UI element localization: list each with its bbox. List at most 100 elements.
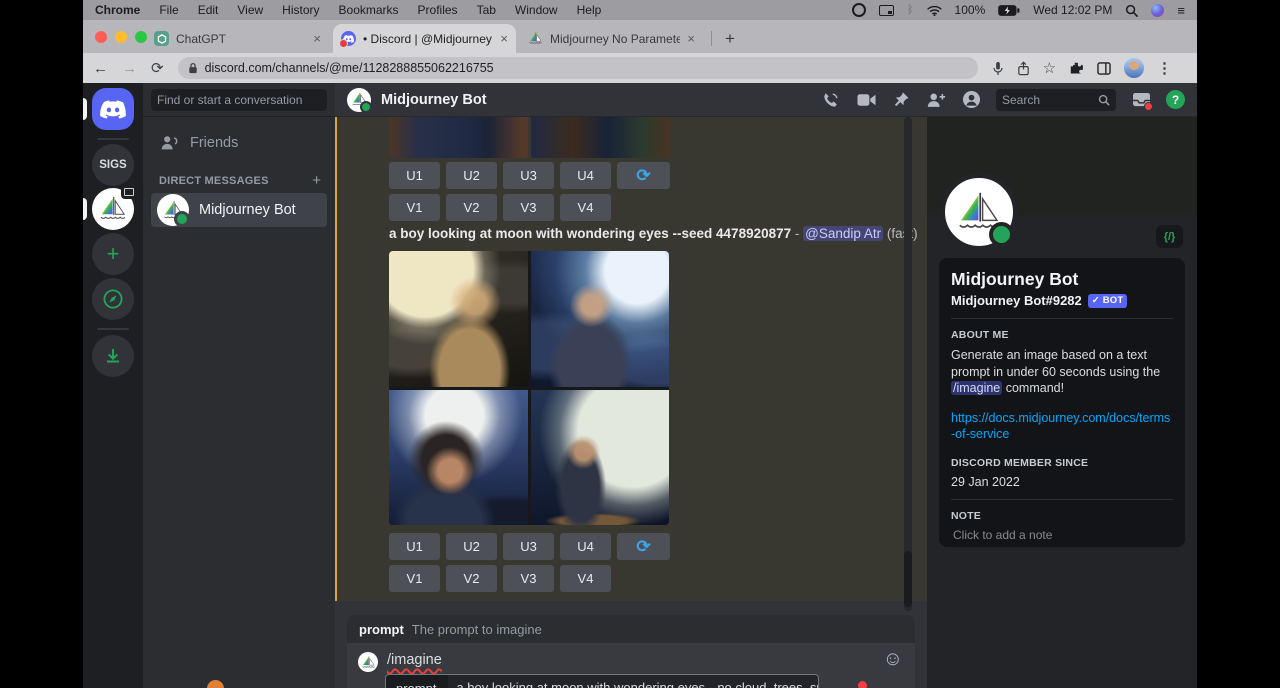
discord-home-button[interactable] <box>92 88 134 130</box>
help-icon[interactable]: ? <box>1166 90 1185 109</box>
generated-image-3[interactable] <box>389 390 528 526</box>
menu-edit[interactable]: Edit <box>198 3 219 17</box>
chat-header-avatar[interactable] <box>347 88 371 112</box>
note-placeholder[interactable]: Click to add a note <box>951 528 1173 542</box>
server-sigs[interactable]: SIGS <box>92 144 134 186</box>
upscale-button-u3[interactable]: U3 <box>503 162 554 189</box>
window-manager-icon[interactable] <box>879 5 894 16</box>
add-friend-icon[interactable] <box>926 90 946 110</box>
spotlight-icon[interactable] <box>1125 4 1138 17</box>
previous-grid-image-left[interactable] <box>389 117 528 158</box>
new-tab-button[interactable]: + <box>725 29 735 49</box>
variation-button-v3[interactable]: V3 <box>503 565 554 592</box>
menu-view[interactable]: View <box>237 3 263 17</box>
user-profile-icon[interactable] <box>961 90 981 110</box>
menubar-clock[interactable]: Wed 12:02 PM <box>1033 3 1112 17</box>
tab-close-icon[interactable]: × <box>313 31 321 46</box>
midjourney-image-grid[interactable] <box>389 251 669 525</box>
add-server-button[interactable]: + <box>92 233 134 275</box>
screen-record-icon[interactable] <box>852 3 866 17</box>
user-avatar-peek[interactable] <box>207 680 224 688</box>
generated-image-4[interactable] <box>531 390 670 526</box>
generated-image-1[interactable] <box>389 251 528 387</box>
menu-file[interactable]: File <box>159 3 178 17</box>
emoji-picker-icon[interactable]: ☺ <box>883 649 903 669</box>
bluetooth-icon[interactable]: ᛒ <box>907 4 914 16</box>
bookmark-star-icon[interactable]: ☆ <box>1043 59 1056 77</box>
voice-call-icon[interactable] <box>821 90 841 110</box>
tab-close-icon[interactable]: × <box>687 31 695 46</box>
dm-midjourney-avatar[interactable] <box>92 188 134 230</box>
tab-close-icon[interactable]: × <box>500 31 508 46</box>
user-mention[interactable]: @Sandip Atr <box>803 226 883 241</box>
menu-history[interactable]: History <box>282 3 319 17</box>
address-bar[interactable]: discord.com/channels/@me/112828885506221… <box>178 57 978 79</box>
minimize-window-button[interactable] <box>115 31 127 43</box>
slash-command-text[interactable]: /imagine <box>387 652 442 668</box>
variation-button-v4[interactable]: V4 <box>560 194 611 221</box>
chat-search-input[interactable]: Search <box>996 89 1116 111</box>
variation-button-v4[interactable]: V4 <box>560 565 611 592</box>
close-window-button[interactable] <box>95 31 107 43</box>
command-option-box[interactable]: prompt a boy looking at moon with wonder… <box>385 674 819 688</box>
tab-discord-active[interactable]: • Discord | @Midjourney Bot × <box>333 24 516 53</box>
video-call-icon[interactable] <box>856 90 876 110</box>
menubar-app-name[interactable]: Chrome <box>95 3 140 17</box>
tab-midjourney[interactable]: Midjourney No Parameter × <box>520 24 703 53</box>
pin-icon[interactable] <box>891 90 911 110</box>
explore-servers-button[interactable] <box>92 278 134 320</box>
reroll-button[interactable]: ⟳ <box>617 533 670 560</box>
tab-chatgpt[interactable]: ChatGPT × <box>146 24 329 53</box>
chrome-profile-avatar[interactable] <box>1124 58 1144 78</box>
upscale-button-u1[interactable]: U1 <box>389 162 440 189</box>
siri-icon[interactable] <box>1151 4 1164 17</box>
generated-image-2[interactable] <box>531 251 670 387</box>
upscale-button-u4[interactable]: U4 <box>560 533 611 560</box>
mic-icon[interactable] <box>992 61 1004 76</box>
download-apps-button[interactable] <box>92 335 134 377</box>
extensions-puzzle-icon[interactable] <box>1069 61 1084 76</box>
menu-tab[interactable]: Tab <box>477 3 496 17</box>
terms-link[interactable]: https://docs.midjourney.com/docs/terms-o… <box>951 410 1173 443</box>
profile-avatar[interactable] <box>940 173 1018 251</box>
menu-profiles[interactable]: Profiles <box>418 3 458 17</box>
chrome-menu-icon[interactable]: ⋮ <box>1157 59 1172 77</box>
chat-scrollbar[interactable] <box>904 117 912 611</box>
share-icon[interactable] <box>1017 61 1030 76</box>
upscale-button-u3[interactable]: U3 <box>503 533 554 560</box>
variation-button-v2[interactable]: V2 <box>446 194 497 221</box>
option-value-input[interactable]: a boy looking at moon with wondering eye… <box>448 680 819 688</box>
create-dm-icon[interactable]: + <box>312 172 321 189</box>
back-button[interactable]: ← <box>93 60 108 77</box>
upscale-button-u4[interactable]: U4 <box>560 162 611 189</box>
variation-button-v3[interactable]: V3 <box>503 194 554 221</box>
upscale-button-u1[interactable]: U1 <box>389 533 440 560</box>
window-controls[interactable] <box>95 31 147 43</box>
forward-button[interactable]: → <box>122 60 137 77</box>
scrollbar-thumb[interactable] <box>904 551 912 607</box>
slash-commands-badge[interactable]: {/} <box>1156 225 1183 248</box>
reroll-button[interactable]: ⟳ <box>617 162 670 189</box>
conversation-search-button[interactable]: Find or start a conversation <box>151 89 327 111</box>
variation-button-v1[interactable]: V1 <box>389 194 440 221</box>
reload-button[interactable]: ⟳ <box>151 59 164 77</box>
imagine-command-pill[interactable]: /imagine <box>951 381 1002 395</box>
upscale-button-u2[interactable]: U2 <box>446 533 497 560</box>
wifi-icon[interactable] <box>927 5 942 16</box>
sidebar-item-friends[interactable]: Friends <box>151 127 327 159</box>
menu-bookmarks[interactable]: Bookmarks <box>339 3 399 17</box>
inbox-icon[interactable] <box>1131 90 1151 110</box>
upscale-button-u2[interactable]: U2 <box>446 162 497 189</box>
slash-command-hint[interactable]: prompt The prompt to imagine <box>347 615 915 643</box>
tab-title: • Discord | @Midjourney Bot <box>363 32 493 46</box>
message-composer[interactable]: /imagine ☺ prompt a boy looking at moon … <box>347 643 915 688</box>
menu-window[interactable]: Window <box>515 3 558 17</box>
control-center-icon[interactable]: ≡ <box>1177 3 1185 18</box>
previous-grid-image-right[interactable] <box>531 117 670 158</box>
variation-button-v2[interactable]: V2 <box>446 565 497 592</box>
sidebar-panel-icon[interactable] <box>1097 62 1111 75</box>
dm-section-header[interactable]: DIRECT MESSAGES <box>159 175 269 187</box>
menu-help[interactable]: Help <box>577 3 602 17</box>
dm-item-midjourney-bot[interactable]: Midjourney Bot <box>151 193 327 227</box>
variation-button-v1[interactable]: V1 <box>389 565 440 592</box>
